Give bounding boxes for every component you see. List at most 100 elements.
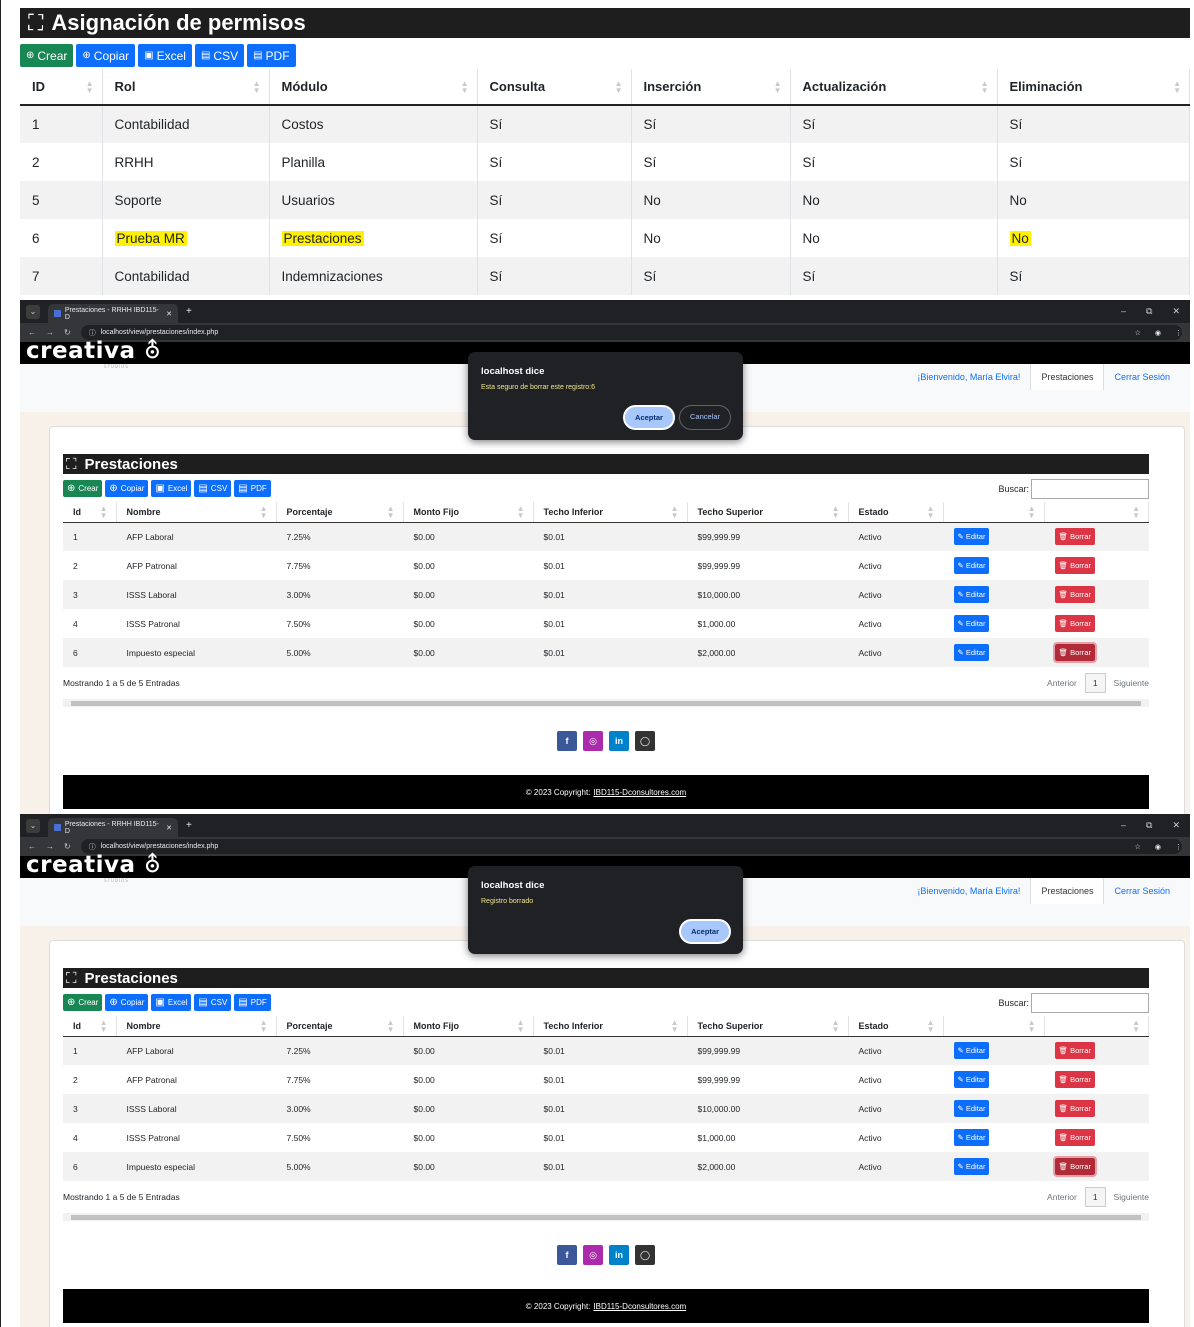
edit-button[interactable]: ✎ Editar (953, 1129, 990, 1146)
excel-button[interactable]: ▣ Excel (151, 994, 192, 1011)
column-header-borrar[interactable]: ▲ ▼ (1044, 502, 1149, 523)
column-header-editar[interactable]: ▲ ▼ (943, 502, 1045, 523)
bookmark-star-icon[interactable]: ☆ (1135, 329, 1141, 337)
pagination-next[interactable]: Siguiente (1114, 678, 1149, 688)
column-header-porcentaje[interactable]: Porcentaje ▲ ▼ (276, 1016, 404, 1037)
close-tab-icon[interactable]: ✕ (166, 824, 172, 832)
delete-button[interactable]: 🗑 Borrar (1054, 1100, 1095, 1117)
site-info-icon[interactable]: ⓘ (89, 328, 96, 338)
footer-link[interactable]: IBD115-Dconsultores.com (593, 788, 686, 797)
delete-button[interactable]: 🗑 Borrar (1052, 642, 1097, 663)
copiar-button[interactable]: ⊕ Copiar (76, 44, 136, 67)
delete-button[interactable]: 🗑 Borrar (1052, 1156, 1097, 1177)
forward-icon[interactable]: → (46, 842, 54, 851)
edit-button[interactable]: ✎ Editar (953, 615, 990, 632)
url-field[interactable]: ⓘ localhost/view/prestaciones/index.php … (80, 839, 1182, 854)
edit-button[interactable]: ✎ Editar (953, 644, 990, 661)
delete-button[interactable]: 🗑 Borrar (1054, 557, 1095, 574)
instagram-icon[interactable]: ◎ (583, 731, 603, 751)
column-header-borrar[interactable]: ▲ ▼ (1044, 1016, 1149, 1037)
browser-tab[interactable]: Prestaciones - RRHH IBD115-D ✕ (48, 304, 178, 323)
github-icon[interactable]: ◯ (635, 1245, 655, 1265)
restore-icon[interactable]: ⧉ (1146, 306, 1152, 317)
close-tab-icon[interactable]: ✕ (166, 310, 172, 318)
column-header-techo-superior[interactable]: Techo Superior ▲ ▼ (687, 1016, 849, 1037)
restore-icon[interactable]: ⧉ (1146, 820, 1152, 831)
facebook-icon[interactable]: f (557, 731, 577, 751)
menu-kebab-icon[interactable]: ⋮ (1175, 329, 1182, 337)
search-input[interactable] (1031, 993, 1149, 1013)
edit-button[interactable]: ✎ Editar (953, 586, 990, 603)
csv-button[interactable]: ▤ CSV (194, 480, 232, 497)
creativa-logo[interactable]: creativa ⛢ STUDIOS (26, 852, 161, 883)
scrollbar-thumb[interactable] (71, 701, 1141, 706)
delete-button[interactable]: 🗑 Borrar (1054, 1071, 1095, 1088)
back-icon[interactable]: ← (28, 842, 36, 851)
pagination-prev[interactable]: Anterior (1047, 678, 1077, 688)
column-header-monto-fijo[interactable]: Monto Fijo ▲ ▼ (403, 1016, 534, 1037)
csv-button[interactable]: ▤ CSV (194, 44, 245, 67)
column-header-techo-inferior[interactable]: Techo Inferior ▲ ▼ (533, 502, 688, 523)
delete-button[interactable]: 🗑 Borrar (1054, 1129, 1095, 1146)
pagination-page[interactable]: 1 (1084, 673, 1106, 693)
new-tab-icon[interactable]: + (186, 306, 192, 317)
delete-button[interactable]: 🗑 Borrar (1054, 528, 1095, 546)
column-header-consulta[interactable]: Consulta ▲ ▼ (477, 69, 632, 106)
copiar-button[interactable]: ⊕ Copiar (105, 480, 149, 497)
edit-button[interactable]: ✎ Editar (953, 1071, 990, 1088)
column-header-porcentaje[interactable]: Porcentaje ▲ ▼ (276, 502, 404, 523)
delete-button[interactable]: 🗑 Borrar (1054, 615, 1095, 632)
nav-welcome-link[interactable]: ¡Bienvenido, María Elvira! (907, 364, 1030, 390)
browser-tab[interactable]: Prestaciones - RRHH IBD115-D ✕ (48, 818, 178, 837)
menu-kebab-icon[interactable]: ⋮ (1175, 843, 1182, 851)
crear-button[interactable]: ⊕ Crear (20, 44, 74, 67)
reload-icon[interactable]: ↻ (64, 328, 71, 337)
edit-button[interactable]: ✎ Editar (953, 528, 990, 546)
copiar-button[interactable]: ⊕ Copiar (105, 994, 149, 1011)
crear-button[interactable]: ⊕ Crear (63, 480, 103, 497)
forward-icon[interactable]: → (46, 328, 54, 337)
new-tab-icon[interactable]: + (186, 820, 192, 831)
accept-button[interactable]: Aceptar (623, 405, 675, 430)
csv-button[interactable]: ▤ CSV (194, 994, 232, 1011)
nav-logout-link[interactable]: Cerrar Sesión (1104, 364, 1180, 390)
footer-link[interactable]: IBD115-Dconsultores.com (593, 1302, 686, 1311)
column-header-actualizacion[interactable]: Actualización ▲ ▼ (790, 69, 998, 106)
delete-button[interactable]: 🗑 Borrar (1054, 1042, 1095, 1060)
excel-button[interactable]: ▣ Excel (151, 480, 192, 497)
profile-avatar-icon[interactable]: ◉ (1155, 843, 1161, 851)
column-header-insercion[interactable]: Inserción ▲ ▼ (631, 69, 791, 106)
creativa-logo[interactable]: creativa ⛢ STUDIOS (26, 338, 161, 369)
close-window-icon[interactable]: ✕ (1172, 306, 1180, 317)
crear-button[interactable]: ⊕ Crear (63, 994, 103, 1011)
column-header-techo-inferior[interactable]: Techo Inferior ▲ ▼ (533, 1016, 688, 1037)
column-header-techo-superior[interactable]: Techo Superior ▲ ▼ (687, 502, 849, 523)
pagination-page[interactable]: 1 (1084, 1187, 1106, 1207)
back-icon[interactable]: ← (28, 328, 36, 337)
cancel-button[interactable]: Cancelar (678, 405, 731, 430)
tab-search-icon[interactable]: ⌄ (26, 304, 40, 319)
column-header-estado[interactable]: Estado ▲ ▼ (848, 502, 944, 523)
column-header-id[interactable]: ID ▲ ▼ (20, 69, 103, 106)
minimize-icon[interactable]: – (1121, 820, 1126, 831)
column-header-modulo[interactable]: Módulo ▲ ▼ (269, 69, 478, 106)
horizontal-scrollbar[interactable] (63, 699, 1149, 707)
close-window-icon[interactable]: ✕ (1172, 820, 1180, 831)
reload-icon[interactable]: ↻ (64, 842, 71, 851)
tab-search-icon[interactable]: ⌄ (26, 818, 40, 833)
edit-button[interactable]: ✎ Editar (953, 557, 990, 574)
pagination-next[interactable]: Siguiente (1114, 1192, 1149, 1202)
pagination-prev[interactable]: Anterior (1047, 1192, 1077, 1202)
horizontal-scrollbar[interactable] (63, 1213, 1149, 1221)
column-header-rol[interactable]: Rol ▲ ▼ (102, 69, 270, 106)
edit-button[interactable]: ✎ Editar (953, 1100, 990, 1117)
minimize-icon[interactable]: – (1121, 306, 1126, 317)
column-header-nombre[interactable]: Nombre ▲ ▼ (116, 1016, 277, 1037)
search-input[interactable] (1031, 479, 1149, 499)
nav-prestaciones-tab[interactable]: Prestaciones (1030, 364, 1105, 390)
accept-button[interactable]: Aceptar (679, 919, 731, 944)
column-header-id[interactable]: Id ▲ ▼ (63, 502, 117, 523)
edit-button[interactable]: ✎ Editar (953, 1042, 990, 1060)
pdf-button[interactable]: ▤ PDF (247, 44, 296, 67)
column-header-eliminacion[interactable]: Eliminación ▲ ▼ (997, 69, 1190, 106)
